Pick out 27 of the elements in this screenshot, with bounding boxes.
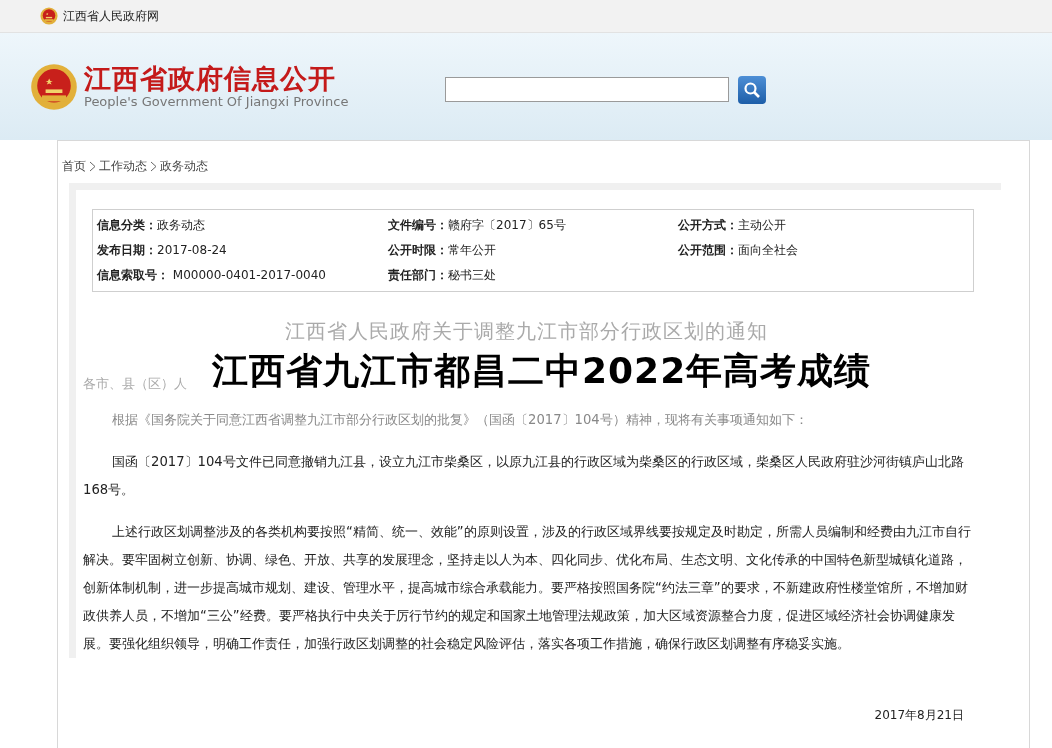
article-title: 江西省人民政府关于调整九江市部分行政区划的通知	[284, 318, 769, 345]
info-field: 文件编号：赣府字〔2017〕65号	[388, 213, 678, 238]
article-date: 2017年8月21日	[874, 707, 964, 724]
info-field: 公开时限：常年公开	[388, 238, 678, 263]
search-button[interactable]	[738, 75, 766, 104]
info-field: 信息分类：政务动态	[97, 213, 388, 238]
breadcrumb-link[interactable]: 首页	[62, 157, 86, 175]
salutation-text: 各市、县（区）人	[83, 376, 187, 391]
info-field: 公开方式：主动公开	[678, 213, 969, 238]
info-field: 信息索取号： M00000-0401-2017-0040	[97, 263, 388, 288]
chevron-icon	[89, 160, 96, 172]
breadcrumb-link[interactable]: 政务动态	[160, 157, 208, 175]
site-name[interactable]: 江西省人民政府网	[63, 7, 159, 25]
info-field: 责任部门：秘书三处	[388, 263, 678, 288]
breadcrumb-link[interactable]: 工作动态	[99, 157, 147, 175]
logo-subtitle: People's Government Of Jiangxi Province	[84, 94, 349, 109]
info-field: 发布日期：2017-08-24	[97, 238, 388, 263]
logo-title: 江西省政府信息公开	[84, 64, 337, 94]
chevron-icon	[150, 160, 157, 172]
body-paragraph: 上述行政区划调整涉及的各类机构要按照“精简、统一、效能”的原则设置，涉及的行政区域界线要按规定及时勘定，所需人员编制和经费由九江市自行解决。要牢固树立创新、协调、绿色、开放、共享的发展理念，坚持走以人为本、四化同步、优化布局、生态文明、文化传承的中国特色新型城镇化道路，创新体制机制，进一步提高城市规划、建设、管理水平，提高城市综合承载能力。要严格按照国务院“约法三章”的要求，不新建政府性楼堂馆所，不增加财政供养人员，不增加“三公”经费。要严格执行中央关于厉行节约的规定和国家土地管理法规政策，加大区域资源整合力度，促进区域经济社会协调健康发展。要强化组织领导，明确工作责任，加强行政区划调整的社会稳定风险评估，落实各项工作措施，确保行政区划调整有序稳妥实施。	[83, 523, 972, 653]
search-icon	[743, 80, 761, 99]
body-paragraph: 国函〔2017〕104号文件已同意撤销九江县，设立九江市柴桑区，以原九江县的行政区域为柴桑区的行政区域，柴桑区人民政府驻沙河街镇庐山北路168号。	[83, 453, 965, 499]
emblem-icon	[30, 62, 78, 111]
body-paragraph: 根据《国务院关于同意江西省调整九江市部分行政区划的批复》（国函〔2017〕104号）精神，现将有关事项通知如下：	[111, 411, 809, 429]
emblem-icon	[40, 7, 58, 25]
info-field: 公开范围：面向全社会	[678, 238, 969, 263]
search-field[interactable]	[445, 77, 729, 102]
